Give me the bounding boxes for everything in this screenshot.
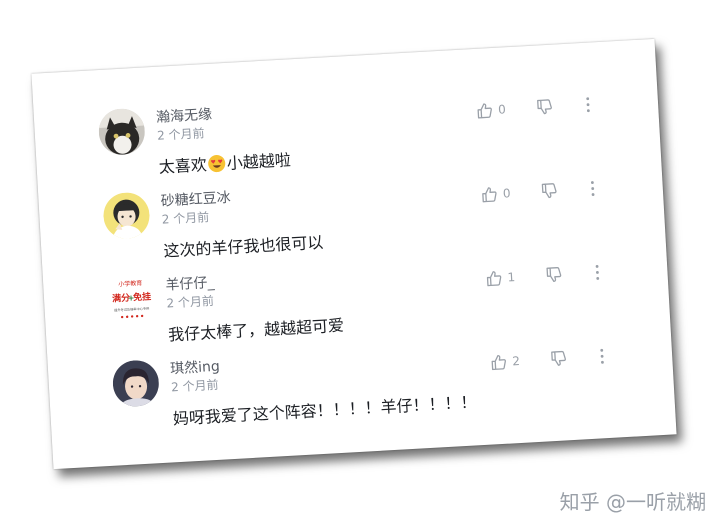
- timestamp: 2 个月前: [166, 293, 215, 311]
- like-button[interactable]: 2: [490, 352, 531, 371]
- dislike-button[interactable]: [536, 99, 553, 116]
- avatar-text-line1: 小学教育: [118, 279, 142, 288]
- like-button[interactable]: 0: [480, 185, 521, 203]
- more-vertical-icon: [595, 265, 600, 280]
- heart-eyes-emoji-icon: [208, 154, 226, 173]
- more-options-button[interactable]: [590, 180, 595, 196]
- thumbs-down-icon: [546, 267, 562, 283]
- screenshot-stage: 瀚海无缘 2 个月前 太喜欢 小越越啦 0 砂糖红豆冰 2 个月前 这次的羊仔我…: [0, 0, 720, 529]
- more-vertical-icon: [586, 97, 590, 113]
- more-options-button[interactable]: [586, 97, 591, 113]
- comment-text: 太喜欢 小越越啦: [158, 146, 291, 177]
- thumbs-down-icon: [551, 350, 566, 366]
- like-count: 0: [497, 102, 507, 117]
- dislike-button[interactable]: [545, 266, 562, 283]
- username[interactable]: 羊仔仔_: [165, 272, 215, 295]
- thumbs-up-icon: [482, 187, 497, 203]
- thumbs-up-icon: [491, 354, 506, 371]
- zhihu-watermark: 知乎 @一听就糊: [559, 490, 706, 514]
- comment-actions: 2: [490, 346, 605, 372]
- comment-text-part: 小越越啦: [226, 150, 292, 173]
- comment-text: 妈呀我爱了这个阵容！！！！羊仔！！！！: [172, 392, 477, 429]
- like-count: 0: [502, 186, 511, 201]
- thumbs-down-icon: [541, 183, 557, 199]
- avatar[interactable]: [102, 191, 151, 240]
- avatar[interactable]: [111, 359, 161, 408]
- comment-text: 这次的羊仔我也很可以: [163, 232, 324, 261]
- timestamp: 2 个月前: [170, 377, 219, 395]
- thumbs-up-icon: [477, 103, 492, 119]
- like-count: 1: [507, 270, 516, 285]
- avatar-text-line3: 免挂: [133, 290, 152, 303]
- more-options-button[interactable]: [595, 264, 600, 280]
- cat-avatar-image: [97, 107, 147, 157]
- like-count: 2: [511, 353, 521, 369]
- comment-text: 我仔太棒了，越越超可爱: [167, 315, 345, 345]
- education-ad-avatar-image: 小学教育 满分 + 免挂 提升考试及格率中心专供: [106, 275, 156, 324]
- more-vertical-icon: [600, 348, 604, 364]
- comment-actions: 0: [476, 95, 591, 121]
- dislike-button[interactable]: [550, 350, 567, 367]
- username[interactable]: 砂糖红豆冰: [160, 187, 231, 211]
- timestamp: 2 个月前: [161, 210, 210, 227]
- comment-actions: 0: [480, 178, 595, 204]
- comment-actions: 1: [485, 262, 600, 288]
- like-button[interactable]: 0: [476, 101, 517, 119]
- thumbs-down-icon: [537, 99, 552, 115]
- like-button[interactable]: 1: [485, 268, 526, 287]
- avatar[interactable]: [97, 107, 147, 157]
- timestamp: 2 个月前: [156, 126, 205, 143]
- dislike-button[interactable]: [540, 183, 557, 200]
- more-options-button[interactable]: [600, 348, 605, 364]
- comment-card: 瀚海无缘 2 个月前 太喜欢 小越越啦 0 砂糖红豆冰 2 个月前 这次的羊仔我…: [31, 38, 677, 470]
- person-avatar-image: [111, 359, 161, 408]
- avatar[interactable]: 小学教育 满分 + 免挂 提升考试及格率中心专供: [106, 275, 156, 324]
- comment-item: 瀚海无缘 2 个月前 太喜欢 小越越啦 0: [97, 81, 617, 177]
- anime-avatar-image: [102, 191, 151, 240]
- thumbs-up-icon: [486, 271, 502, 287]
- comment-text-part: 太喜欢: [158, 155, 208, 177]
- username[interactable]: 琪然ing: [170, 356, 221, 379]
- more-vertical-icon: [590, 181, 595, 196]
